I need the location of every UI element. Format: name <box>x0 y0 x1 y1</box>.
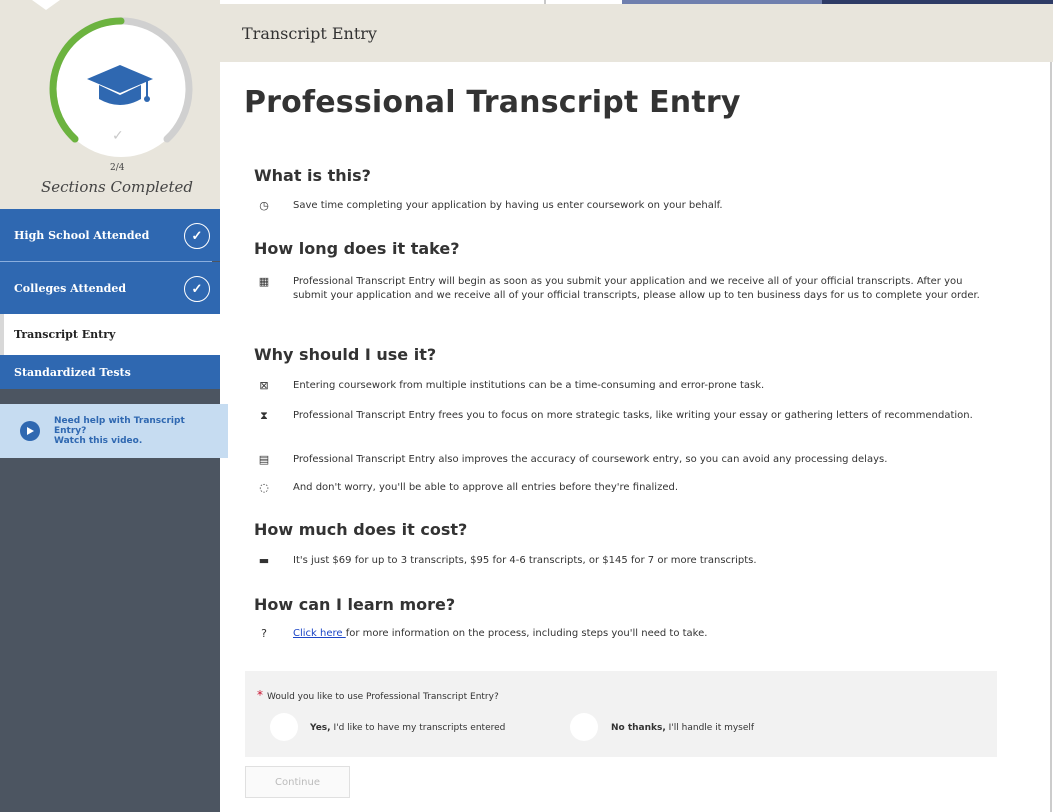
radio-yes[interactable] <box>270 713 298 741</box>
sidebar-item-label: Standardized Tests <box>14 365 131 379</box>
checkmark-icon: ✓ <box>112 128 124 144</box>
info-line: ▤ Professional Transcript Entry also imp… <box>258 453 888 466</box>
info-line: ⧗ Professional Transcript Entry frees yo… <box>257 409 983 423</box>
sections-completed-label: Sections Completed <box>40 178 194 196</box>
help-text[interactable]: Need help with Transcript Entry? Watch t… <box>54 416 185 446</box>
progress-panel: ✓ 2/4 Sections Completed <box>0 0 220 209</box>
question-label: * Would you like to use Professional Tran… <box>257 688 499 702</box>
chat-check-icon: ◌ <box>259 481 269 494</box>
page-header: Transcript Entry <box>220 4 1053 62</box>
radio-yes-label[interactable]: Yes, I'd like to have my transcripts ent… <box>310 723 505 733</box>
clipboard-icon: ▤ <box>258 453 270 466</box>
radio-no[interactable] <box>570 713 598 741</box>
info-line: ◷ Save time completing your application … <box>257 199 983 213</box>
clock-icon: ◷ <box>259 199 269 212</box>
sidebar-item-label: Transcript Entry <box>14 328 116 341</box>
radio-no-label[interactable]: No thanks, I'll handle it myself <box>611 723 754 733</box>
completed-check-icon: ✓ <box>184 276 210 302</box>
sidebar-item-label: High School Attended <box>14 228 150 242</box>
header-title: Transcript Entry <box>242 23 377 43</box>
sidebar: ✓ 2/4 Sections Completed High School Att… <box>0 0 228 812</box>
sidebar-item-high-school[interactable]: High School Attended ✓ <box>0 209 220 261</box>
section-heading: What is this? <box>254 166 371 185</box>
help-video-box[interactable]: Need help with Transcript Entry? Watch t… <box>0 404 228 458</box>
progress-count: 2/4 <box>110 163 125 173</box>
graduation-cap-icon <box>87 65 153 105</box>
completed-check-icon: ✓ <box>184 223 210 249</box>
click-here-link[interactable]: Click here <box>293 628 346 639</box>
sidebar-item-transcript-entry[interactable]: Transcript Entry <box>0 314 220 355</box>
question-panel: * Would you like to use Professional Tran… <box>245 671 997 757</box>
document-x-icon: ⊠ <box>259 379 269 392</box>
required-mark: * <box>257 688 263 702</box>
info-line: ▬ It's just $69 for up to 3 transcripts,… <box>258 554 757 567</box>
info-line: ▦ Professional Transcript Entry will beg… <box>258 275 980 301</box>
notch <box>32 0 60 10</box>
calendar-icon: ▦ <box>258 275 270 288</box>
credit-card-icon: ▬ <box>258 554 270 567</box>
info-line: ◌ And don't worry, you'll be able to app… <box>257 481 983 495</box>
question-circle-icon: ? <box>261 627 267 640</box>
sidebar-item-label: Colleges Attended <box>14 281 127 295</box>
sidebar-item-colleges[interactable]: Colleges Attended ✓ <box>0 262 220 314</box>
section-heading: How can I learn more? <box>254 595 456 614</box>
section-heading: How long does it take? <box>254 239 460 258</box>
play-icon[interactable] <box>20 421 40 441</box>
info-line: ? Click here for more information on the… <box>257 627 983 641</box>
section-heading: How much does it cost? <box>254 520 468 539</box>
scrollbar-edge <box>1050 62 1052 812</box>
sidebar-item-standardized-tests[interactable]: Standardized Tests <box>0 355 220 389</box>
hourglass-icon: ⧗ <box>260 409 268 422</box>
info-line: ⊠ Entering coursework from multiple inst… <box>257 379 983 393</box>
section-heading: Why should I use it? <box>254 345 437 364</box>
page-title: Professional Transcript Entry <box>244 85 741 120</box>
continue-button[interactable]: Continue <box>245 766 350 798</box>
